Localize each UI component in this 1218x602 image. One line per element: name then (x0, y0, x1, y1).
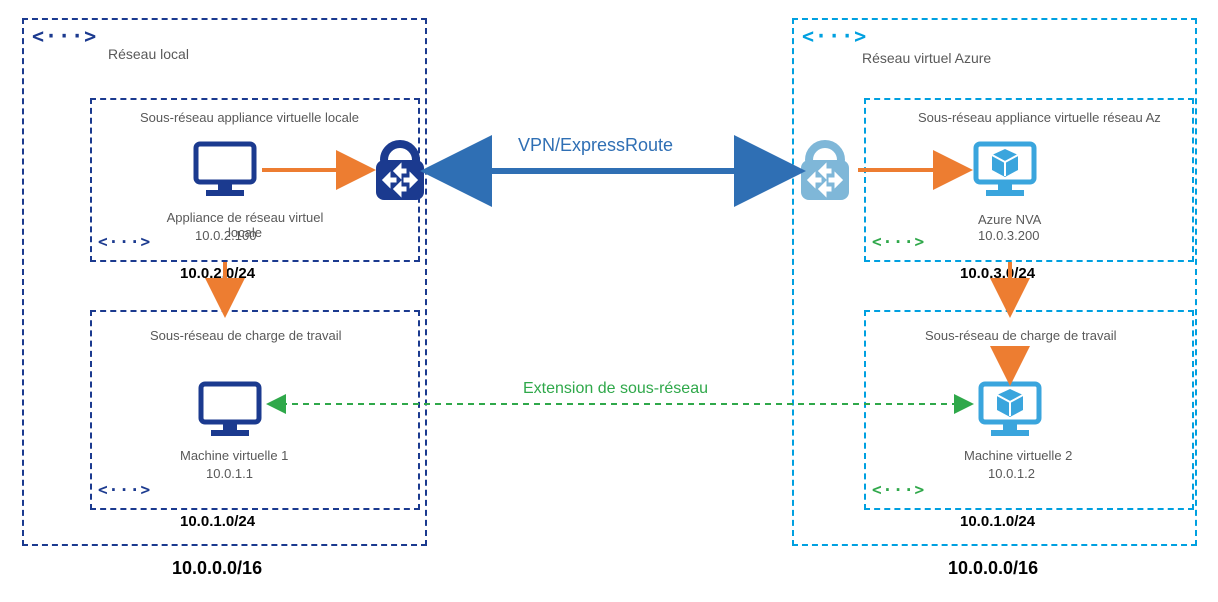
onprem-nva-cidr: 10.0.2.0/24 (180, 265, 255, 282)
azure-workload-cidr: 10.0.1.0/24 (960, 513, 1035, 530)
azure-nva-subnet-title: Sous-réseau appliance virtuelle réseau A… (918, 110, 1161, 125)
azure-vm2-ip: 10.0.1.2 (988, 466, 1035, 481)
onprem-workload-cidr: 10.0.1.0/24 (180, 513, 255, 530)
gateway-lock-icon (370, 140, 430, 206)
bracket-icon: <···> (32, 24, 97, 48)
onprem-nva-subnet-title: Sous-réseau appliance virtuelle locale (140, 110, 359, 125)
azure-title: Réseau virtuel Azure (862, 50, 991, 66)
azure-nva-device-label: Azure NVA (978, 212, 1041, 227)
monitor-icon (195, 380, 265, 440)
subnet-extension-label: Extension de sous-réseau (523, 380, 708, 398)
bracket-icon: <···> (98, 480, 151, 499)
bracket-icon: <···> (802, 24, 867, 48)
azure-nva-device-ip: 10.0.3.200 (978, 228, 1039, 243)
azure-vm2-label: Machine virtuelle 2 (964, 448, 1072, 463)
bracket-icon: <···> (872, 232, 925, 251)
vpn-connection-label: VPN/ExpressRoute (518, 135, 673, 156)
cube-monitor-icon (975, 380, 1045, 440)
monitor-icon (190, 140, 260, 200)
bracket-icon: <···> (872, 480, 925, 499)
onprem-vm1-label: Machine virtuelle 1 (180, 448, 288, 463)
onprem-nva-device-ip: 10.0.2.100 (195, 228, 256, 243)
cube-monitor-icon (970, 140, 1040, 200)
onprem-vm1-ip: 10.0.1.1 (206, 466, 253, 481)
bracket-icon: <···> (98, 232, 151, 251)
azure-address-space: 10.0.0.0/16 (948, 558, 1038, 579)
azure-workload-subnet-title: Sous-réseau de charge de travail (925, 328, 1117, 343)
onprem-address-space: 10.0.0.0/16 (172, 558, 262, 579)
onprem-title: Réseau local (108, 46, 189, 62)
azure-nva-cidr: 10.0.3.0/24 (960, 265, 1035, 282)
gateway-lock-icon (795, 140, 855, 206)
onprem-workload-subnet-title: Sous-réseau de charge de travail (150, 328, 342, 343)
